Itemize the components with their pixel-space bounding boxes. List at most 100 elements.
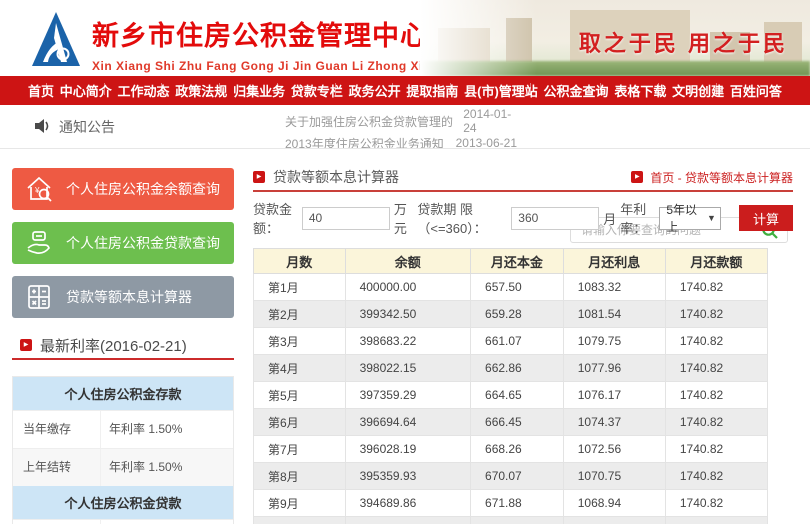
rate-value: 年利率 2.75% 月利率 2.2917‰ bbox=[101, 520, 233, 524]
rate-row: 上年结转年利率 1.50% bbox=[13, 448, 233, 486]
speaker-icon bbox=[34, 118, 52, 137]
rate-row: 当年缴存年利率 1.50% bbox=[13, 410, 233, 448]
table-row: 第5月397359.29664.651076.171740.82 bbox=[254, 382, 768, 409]
calculator-icon bbox=[24, 282, 54, 312]
rate-section-header: 个人住房公积金贷款 bbox=[13, 486, 233, 519]
table-cell bbox=[665, 517, 767, 524]
loan-term-input[interactable] bbox=[511, 207, 599, 230]
nav-item-13[interactable]: 百姓问答 bbox=[730, 81, 782, 100]
table-cell: 668.26 bbox=[471, 436, 564, 463]
sidebar-button-label: 个人住房公积金余额查询 bbox=[66, 179, 220, 199]
table-cell: 1081.54 bbox=[563, 301, 665, 328]
table-cell bbox=[345, 517, 470, 524]
table-row: 第8月395359.93670.071070.751740.82 bbox=[254, 463, 768, 490]
table-row: 第2月399342.50659.281081.541740.82 bbox=[254, 301, 768, 328]
table-cell bbox=[471, 517, 564, 524]
amount-label: 贷款金额： bbox=[253, 199, 302, 237]
notice-link[interactable]: 关于加强住房公积金贷款管理的通知 bbox=[285, 113, 453, 130]
table-cell: 1070.75 bbox=[563, 463, 665, 490]
table-cell: 第8月 bbox=[254, 463, 346, 490]
nav-item-9[interactable]: 县(市)管理站 bbox=[464, 81, 538, 100]
rate-term: 上年结转 bbox=[13, 449, 101, 486]
table-cell: 第7月 bbox=[254, 436, 346, 463]
table-cell: 1740.82 bbox=[665, 409, 767, 436]
term-unit: 月 bbox=[603, 209, 616, 228]
sidebar-button-2[interactable]: 个人住房公积金贷款查询 bbox=[12, 222, 234, 264]
table-cell: 1077.96 bbox=[563, 355, 665, 382]
table-cell: 1740.82 bbox=[665, 274, 767, 301]
table-cell: 657.50 bbox=[471, 274, 564, 301]
table-cell: 第10月 bbox=[254, 517, 346, 524]
main-navigation: 首页中心简介工作动态政策法规归集业务贷款专栏政务公开提取指南县(市)管理站公积金… bbox=[0, 76, 810, 105]
latest-rates-header: ▶ 最新利率(2016-02-21) bbox=[12, 332, 234, 360]
table-row: 第3月398683.22661.071079.751740.82 bbox=[254, 328, 768, 355]
loan-calculator-form: 贷款金额： 万元 贷款期 限（<=360）： 月 年利率： 5年以上 ▼ 计算 bbox=[253, 205, 793, 231]
table-cell: 1068.94 bbox=[563, 490, 665, 517]
sidebar-button-label: 个人住房公积金贷款查询 bbox=[66, 233, 220, 253]
table-cell bbox=[563, 517, 665, 524]
table-cell: 659.28 bbox=[471, 301, 564, 328]
notice-date: 2013-06-21 bbox=[456, 136, 517, 148]
table-cell: 398683.22 bbox=[345, 328, 470, 355]
table-cell: 400000.00 bbox=[345, 274, 470, 301]
table-header-cell: 月数 bbox=[254, 249, 346, 274]
nav-item-1[interactable]: 首页 bbox=[28, 81, 54, 100]
table-cell: 第6月 bbox=[254, 409, 346, 436]
site-subtitle: Xin Xiang Shi Zhu Fang Gong Ji Jin Guan … bbox=[92, 59, 431, 73]
table-row: 第7月396028.19668.261072.561740.82 bbox=[254, 436, 768, 463]
table-cell: 1740.82 bbox=[665, 463, 767, 490]
site-logo-icon bbox=[30, 10, 82, 68]
sidebar-button-1[interactable]: ¥个人住房公积金余额查询 bbox=[12, 168, 234, 210]
table-cell: 394689.86 bbox=[345, 490, 470, 517]
nav-item-10[interactable]: 公积金查询 bbox=[544, 81, 609, 100]
table-cell: 1740.82 bbox=[665, 301, 767, 328]
table-cell: 662.86 bbox=[471, 355, 564, 382]
table-cell: 664.65 bbox=[471, 382, 564, 409]
table-cell: 661.07 bbox=[471, 328, 564, 355]
notice-marquee: 关于加强住房公积金贷款管理的通知 2014-01-24 2013年度住房公积金业务通… bbox=[285, 105, 517, 148]
table-cell: 第2月 bbox=[254, 301, 346, 328]
amount-unit: 万元 bbox=[394, 199, 414, 237]
table-cell: 1740.82 bbox=[665, 436, 767, 463]
rate-section-header: 个人住房公积金存款 bbox=[13, 377, 233, 410]
notice-bar: 通知公告 关于加强住房公积金贷款管理的通知2014-01-242013年度住房公… bbox=[0, 105, 810, 149]
site-title: 新乡市住房公积金管理中心 bbox=[92, 14, 431, 53]
banner-slogan: 取之于民 用之于民 bbox=[579, 26, 788, 58]
rate-select[interactable]: 5年以上 ▼ bbox=[659, 207, 721, 230]
red-bullet-icon: ▶ bbox=[253, 171, 265, 183]
table-cell: 666.45 bbox=[471, 409, 564, 436]
sidebar-button-3[interactable]: 贷款等额本息计算器 bbox=[12, 276, 234, 318]
table-cell: 1076.17 bbox=[563, 382, 665, 409]
chevron-down-icon: ▼ bbox=[707, 213, 716, 223]
table-cell: 1074.37 bbox=[563, 409, 665, 436]
table-row: 第1月400000.00657.501083.321740.82 bbox=[254, 274, 768, 301]
table-cell: 第1月 bbox=[254, 274, 346, 301]
header-banner-image: 取之于民 用之于民 bbox=[420, 0, 810, 76]
notice-link[interactable]: 2013年度住房公积金业务通知 bbox=[285, 135, 444, 149]
table-cell: 第4月 bbox=[254, 355, 346, 382]
amortization-table: 月数余额月还本金月还利息月还款额 第1月400000.00657.501083.… bbox=[253, 248, 768, 524]
table-cell: 670.07 bbox=[471, 463, 564, 490]
main-title-bar: ▶ 贷款等额本息计算器 ▶ 首页 - 贷款等额本息计算器 bbox=[253, 168, 793, 192]
rate-term: 当年缴存 bbox=[13, 411, 101, 448]
table-row: 第9月394689.86671.881068.941740.82 bbox=[254, 490, 768, 517]
sidebar: ¥个人住房公积金余额查询个人住房公积金贷款查询贷款等额本息计算器 ▶ 最新利率(… bbox=[12, 149, 234, 524]
table-cell: 399342.50 bbox=[345, 301, 470, 328]
table-cell: 第9月 bbox=[254, 490, 346, 517]
calculate-button[interactable]: 计算 bbox=[739, 205, 793, 231]
red-bullet-icon: ▶ bbox=[631, 171, 643, 183]
notice-date: 2014-01-24 bbox=[463, 107, 517, 135]
breadcrumb[interactable]: ▶ 首页 - 贷款等额本息计算器 bbox=[631, 169, 793, 186]
red-bullet-icon: ▶ bbox=[20, 339, 32, 351]
table-row: 第4月398022.15662.861077.961740.82 bbox=[254, 355, 768, 382]
latest-rates-title: 最新利率(2016-02-21) bbox=[40, 335, 187, 356]
rate-row: 五年以下(含五年)年利率 2.75% 月利率 2.2917‰ bbox=[13, 519, 233, 524]
table-cell: 1079.75 bbox=[563, 328, 665, 355]
table-cell: 395359.93 bbox=[345, 463, 470, 490]
table-header-cell: 余额 bbox=[345, 249, 470, 274]
loan-amount-input[interactable] bbox=[302, 207, 390, 230]
sidebar-button-label: 贷款等额本息计算器 bbox=[66, 287, 192, 307]
table-cell: 1740.82 bbox=[665, 490, 767, 517]
site-header: 新乡市住房公积金管理中心 Xin Xiang Shi Zhu Fang Gong… bbox=[0, 0, 810, 76]
table-header-cell: 月还款额 bbox=[665, 249, 767, 274]
